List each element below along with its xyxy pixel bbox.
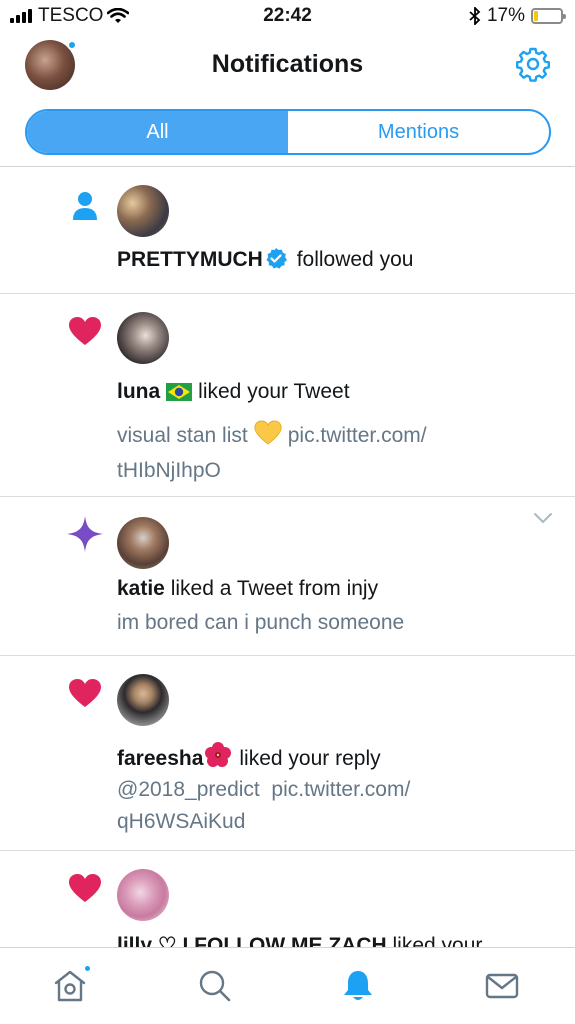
- unread-dot-icon: [83, 964, 92, 973]
- notifications-icon: [344, 971, 372, 1000]
- notification-item[interactable]: fareesha liked your reply @2018_predict …: [0, 656, 575, 851]
- action-text: liked a Tweet from injy: [170, 577, 379, 600]
- hibiscus-icon: [205, 742, 232, 774]
- segmented-tabs: All Mentions: [25, 109, 551, 155]
- tweet-link[interactable]: pic.twitter.com/: [288, 424, 427, 447]
- tweet-link-cont[interactable]: qH6WSAiKud: [117, 810, 245, 833]
- tweet-text: visual stan list: [117, 424, 248, 447]
- status-bar: TESCO 22:42 17%: [0, 0, 575, 32]
- action-text: liked your reply: [239, 747, 381, 770]
- status-right: 17%: [469, 5, 566, 27]
- heart-icon: [66, 674, 104, 712]
- avatar[interactable]: [117, 185, 169, 237]
- user-name[interactable]: luna: [117, 380, 160, 403]
- avatar[interactable]: [117, 312, 169, 364]
- action-text: liked your Tweet: [198, 380, 350, 403]
- notification-text: luna liked your Tweet: [117, 380, 350, 407]
- notifications-tab[interactable]: [340, 966, 380, 1006]
- chevron-down-icon[interactable]: [533, 511, 553, 525]
- tweet-link[interactable]: pic.twitter.com/: [271, 778, 410, 801]
- avatar[interactable]: [117, 517, 169, 569]
- avatar[interactable]: [117, 674, 169, 726]
- notification-item[interactable]: PRETTYMUCH followed you: [0, 167, 575, 294]
- tweet-preview[interactable]: im bored can i punch someone: [117, 607, 404, 639]
- action-text: liked your: [392, 934, 483, 947]
- user-name[interactable]: fareesha: [117, 747, 203, 770]
- flag-brazil-icon: [166, 383, 193, 407]
- bottom-tab-bar: [0, 947, 575, 1024]
- battery-fill: [534, 11, 538, 21]
- home-tab[interactable]: [52, 964, 92, 1006]
- user-name[interactable]: katie: [117, 577, 165, 600]
- notification-item[interactable]: katie liked a Tweet from injy im bored c…: [0, 497, 575, 656]
- tweet-link-cont[interactable]: tHIbNjIhpO: [117, 459, 221, 482]
- yellow-heart-icon: [254, 420, 282, 455]
- tab-mentions[interactable]: Mentions: [288, 111, 549, 153]
- notification-text: PRETTYMUCH followed you: [117, 247, 413, 272]
- avatar[interactable]: [117, 869, 169, 921]
- bluetooth-icon: [469, 7, 481, 25]
- unread-dot-icon: [67, 40, 77, 50]
- heart-icon: [66, 312, 104, 350]
- tab-all[interactable]: All: [27, 111, 288, 153]
- mention-link[interactable]: @2018_predict: [117, 778, 260, 801]
- notification-text: lilly ♡ I FOLLOW ME ZACH liked your: [117, 933, 482, 947]
- person-icon: [66, 187, 104, 225]
- battery-percent: 17%: [486, 5, 525, 26]
- user-name[interactable]: PRETTYMUCH: [117, 248, 263, 271]
- gear-icon[interactable]: [515, 46, 551, 82]
- messages-tab[interactable]: [484, 966, 524, 1006]
- search-icon: [199, 970, 231, 1002]
- sparkle-icon: [66, 515, 104, 553]
- tweet-preview[interactable]: @2018_predict pic.twitter.com/ qH6WSAiKu…: [117, 774, 410, 838]
- header: Notifications: [0, 32, 575, 94]
- notification-item[interactable]: lilly ♡ I FOLLOW ME ZACH liked your: [0, 851, 575, 947]
- search-tab[interactable]: [197, 966, 237, 1006]
- notification-item[interactable]: luna liked your Tweet visual stan list p…: [0, 294, 575, 497]
- battery-icon: [531, 8, 566, 24]
- verified-badge-icon: [266, 248, 287, 269]
- home-icon: [54, 970, 86, 1002]
- notification-text: katie liked a Tweet from injy: [117, 577, 378, 601]
- user-name[interactable]: lilly ♡ I FOLLOW ME ZACH: [117, 934, 387, 947]
- notification-text: fareesha liked your reply: [117, 742, 381, 774]
- action-text: followed you: [296, 248, 414, 271]
- page-title: Notifications: [211, 50, 364, 78]
- heart-icon: [66, 869, 104, 907]
- tweet-preview[interactable]: visual stan list pic.twitter.com/ tHIbNj…: [117, 420, 427, 487]
- notifications-feed[interactable]: PRETTYMUCH followed you luna liked your …: [0, 167, 575, 947]
- messages-icon: [485, 973, 519, 999]
